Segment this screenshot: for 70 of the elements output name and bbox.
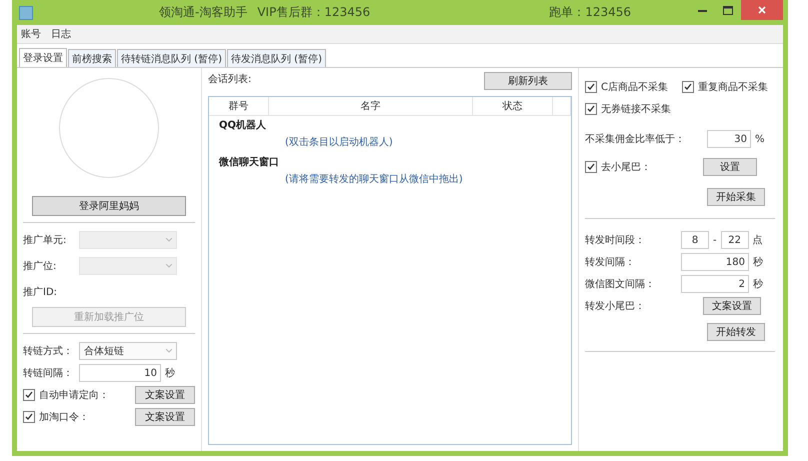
field-label: 推广ID: [23,286,58,299]
app-icon [19,6,33,20]
start-forward-button[interactable]: 开始转发 [707,323,765,341]
close-button[interactable] [741,0,783,20]
dropdown[interactable]: 合体短链 [79,342,177,360]
field-label: 转发小尾巴： [585,300,646,313]
window-title: 领淘通-淘客助手 [159,4,248,21]
checkbox[interactable] [585,81,597,93]
caret-icon [166,349,172,353]
caret-icon [166,238,172,242]
checkbox[interactable] [682,81,694,93]
refresh-button[interactable]: 刷新列表 [484,72,572,90]
section-label: 会话列表: [208,72,252,86]
start-collect-button[interactable]: 开始采集 [707,188,765,206]
checkbox[interactable] [585,103,597,115]
tab[interactable]: 待转链消息队列 (暂停) [117,49,226,67]
field-label: 转链方式： [23,344,74,358]
unit-label: 秒 [753,278,763,291]
field-label: 转发间隔： [585,256,636,269]
column-header: 名字 [269,97,473,116]
input-field[interactable]: 22 [720,231,749,249]
field-label: 微信图文间隔： [585,278,656,291]
login-button[interactable]: 登录阿里妈妈 [32,196,186,216]
field-label: 转链间隔： [23,367,74,380]
maximize-icon [723,6,733,14]
checkbox-label: 无券链接不采集 [601,102,671,116]
unit-label: 秒 [165,366,175,380]
tab[interactable]: 待发消息队列 (暂停) [226,49,326,67]
input-field[interactable]: 30 [707,130,751,148]
checkbox-label: 去小尾巴： [601,160,651,174]
input-field[interactable]: 8 [681,231,709,249]
input-field[interactable]: 180 [681,253,749,271]
group-title[interactable]: QQ机器人 [209,116,571,132]
header-filler [553,97,571,116]
text-settings-button[interactable]: 文案设置 [135,408,195,426]
text-settings-button[interactable]: 文案设置 [135,386,195,404]
orders-text: 跑单：123456 [549,4,631,21]
column-header: 群号 [209,97,269,116]
hint-text: (请将需要转发的聊天窗口从微信中拖出) [284,172,464,187]
hint-text: (双击条目以启动机器人) [284,136,394,150]
unit-label: 秒 [753,256,763,269]
dropdown-value: 合体短链 [84,345,124,358]
field-label: 不采集佣金比率低于： [585,132,686,146]
input-field[interactable]: 2 [681,275,749,293]
vip-group-text: VIP售后群：123456 [257,4,370,21]
field-label: 推广单元: [23,234,68,247]
tab[interactable]: 前榜搜索 [68,49,116,67]
field-label: 推广位: [23,260,58,273]
checkbox-label: 重复商品不采集 [698,80,768,94]
text-settings-button[interactable]: 文案设置 [703,297,761,315]
group-title[interactable]: 微信聊天窗口 [209,153,571,169]
tab[interactable]: 登录设置 [19,48,67,67]
checkbox[interactable] [585,161,597,173]
menu-item[interactable]: 账号 [21,27,41,41]
minimize-icon [698,8,706,12]
field-label: 转发时间段： [585,234,646,247]
checkbox-label: 自动申请定向： [39,388,109,402]
close-icon [758,6,766,14]
checkbox[interactable] [23,411,35,423]
checkbox[interactable] [23,389,35,401]
checkbox-label: 加淘口令： [39,410,89,424]
checkbox-label: C店商品不采集 [601,80,668,94]
settings-button[interactable]: 设置 [703,158,757,176]
input-field[interactable]: 10 [79,364,161,382]
unit-label: 点 [752,234,763,247]
unit-label: % [755,134,765,144]
separator-text: - [713,234,717,246]
column-header: 状态 [473,97,553,116]
caret-icon [166,264,172,268]
menu-item[interactable]: 日志 [51,27,71,41]
